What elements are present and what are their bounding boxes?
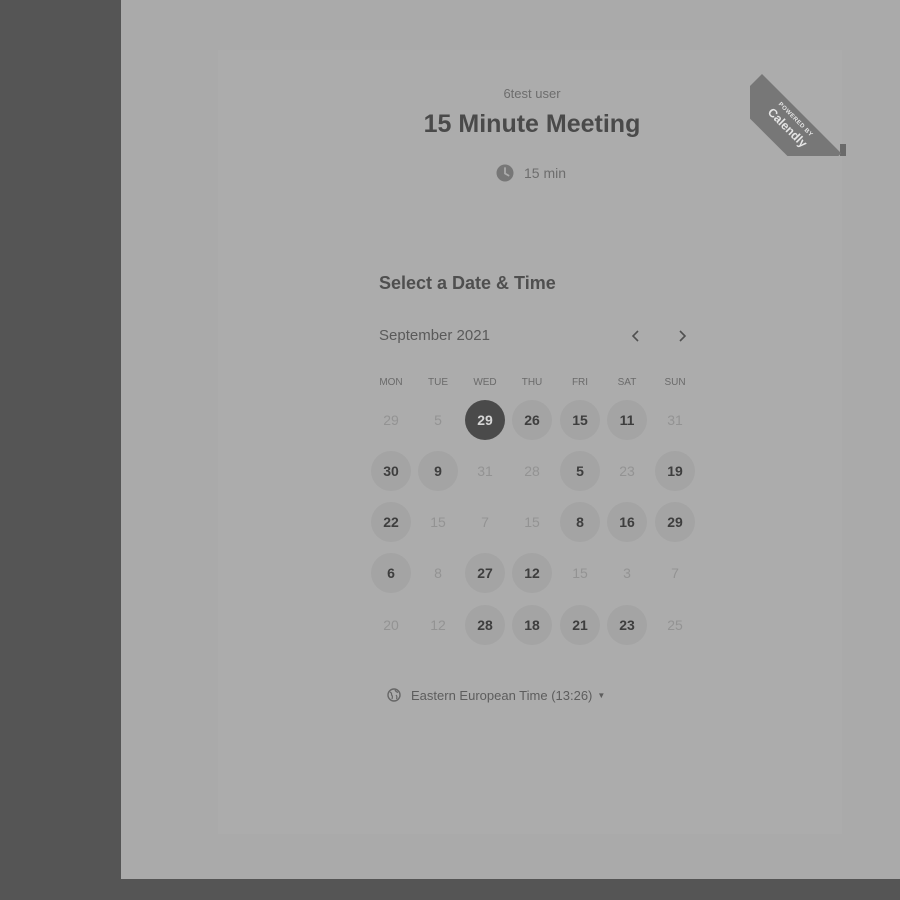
chevron-left-icon — [631, 330, 639, 342]
available-day-button[interactable]: 28 — [465, 605, 505, 645]
ribbon-fold — [840, 52, 846, 156]
unavailable-day: 7 — [671, 565, 679, 581]
weekday-label-fri: FRI — [571, 377, 589, 388]
available-day-button[interactable]: 15 — [560, 400, 600, 440]
available-day-button[interactable]: 11 — [607, 400, 647, 440]
caret-down-icon: ▼ — [597, 690, 606, 700]
chevron-right-icon — [679, 330, 687, 342]
weekday-label-mon: MON — [379, 377, 403, 388]
available-day-button[interactable]: 5 — [560, 451, 600, 491]
weekday-label-sat: SAT — [617, 377, 637, 388]
available-day-button[interactable]: 9 — [418, 451, 458, 491]
available-day-button[interactable]: 8 — [560, 502, 600, 542]
duration-label: 15 min — [524, 165, 567, 181]
available-day-button[interactable]: 23 — [607, 605, 647, 645]
unavailable-day: 31 — [667, 412, 683, 428]
calendly-badge[interactable]: POWERED BY Calendly — [750, 52, 846, 156]
unavailable-day: 15 — [524, 514, 540, 530]
available-day-button[interactable]: 27 — [465, 553, 505, 593]
available-day-button[interactable]: 30 — [371, 451, 411, 491]
unavailable-day: 15 — [572, 565, 588, 581]
unavailable-day: 5 — [434, 412, 442, 428]
event-duration: 15 min — [496, 163, 566, 183]
weekday-label-wed: WED — [473, 377, 497, 388]
unavailable-day: 23 — [619, 463, 635, 479]
timezone-label: Eastern European Time (13:26) — [411, 687, 593, 703]
available-day-button[interactable]: 6 — [371, 553, 411, 593]
unavailable-day: 28 — [524, 463, 540, 479]
timezone-selector[interactable]: Eastern European Time (13:26) ▼ — [387, 686, 605, 704]
unavailable-day: 3 — [623, 565, 631, 581]
weekday-label-tue: TUE — [428, 377, 448, 388]
available-day-button[interactable]: 26 — [512, 400, 552, 440]
available-day-button[interactable]: 18 — [512, 605, 552, 645]
ribbon-band[interactable]: POWERED BY Calendly — [750, 74, 842, 156]
unavailable-day: 12 — [430, 617, 446, 633]
unavailable-day: 15 — [430, 514, 446, 530]
selected-day-button[interactable]: 29 — [465, 400, 505, 440]
unavailable-day: 25 — [667, 617, 683, 633]
weekday-label-thu: THU — [521, 377, 543, 388]
unavailable-day: 8 — [434, 565, 442, 581]
unavailable-day: 20 — [383, 617, 399, 633]
available-day-button[interactable]: 12 — [512, 553, 552, 593]
month-label: September 2021 — [379, 327, 490, 344]
event-owner: 6test user — [503, 86, 561, 101]
available-day-button[interactable]: 21 — [560, 605, 600, 645]
previous-month-button[interactable] — [624, 324, 648, 348]
unavailable-day: 29 — [383, 412, 399, 428]
available-day-button[interactable]: 19 — [655, 451, 695, 491]
weekday-label-sun: SUN — [664, 377, 686, 388]
clock-icon — [496, 164, 514, 182]
globe-icon — [387, 688, 401, 702]
next-month-button[interactable] — [670, 324, 694, 348]
available-day-button[interactable]: 29 — [655, 502, 695, 542]
available-day-button[interactable]: 22 — [371, 502, 411, 542]
unavailable-day: 7 — [481, 514, 489, 530]
available-day-button[interactable]: 16 — [607, 502, 647, 542]
unavailable-day: 31 — [477, 463, 493, 479]
select-date-heading: Select a Date & Time — [379, 273, 556, 293]
event-title: 15 Minute Meeting — [423, 110, 641, 138]
